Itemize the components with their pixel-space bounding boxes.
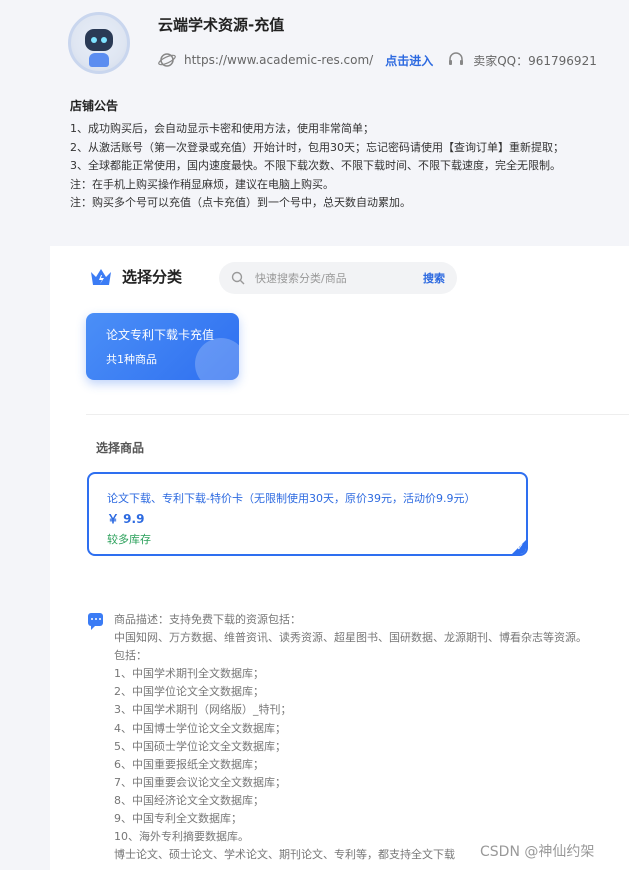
product-stock: 较多库存 xyxy=(107,533,151,546)
order-card: 选择分类 快速搜索分类/商品 搜索 论文专利下载卡充值 共1种商品 选择商品 论… xyxy=(50,246,629,870)
shop-header: 云端学术资源-充值 https://www.academic-res.com/ … xyxy=(0,0,629,240)
notice-line: 2、从激活账号（第一次登录或充值）开始计时，包用30天；忘记密码请使用【查询订单… xyxy=(70,140,564,154)
seller-qq-text: 卖家QQ：961796921 xyxy=(473,53,597,68)
category-title: 选择分类 xyxy=(122,268,183,286)
description-line: 6、中国重要报纸全文数据库； xyxy=(114,757,264,771)
description-line: 包括： xyxy=(114,649,147,663)
products-title: 选择商品 xyxy=(96,441,145,455)
crown-icon xyxy=(91,268,111,285)
check-icon xyxy=(195,338,239,380)
notice-line: 3、全球都能正常使用，国内速度最快。不限下载次数、不限下载时间、不限下载速度，完… xyxy=(70,159,561,173)
divider xyxy=(86,414,629,415)
description-line: 2、中国学位论文全文数据库； xyxy=(114,685,264,699)
product-card[interactable]: 论文下载、专利下载-特价卡（无限制使用30天，原价39元，活动价9.9元） ￥ … xyxy=(87,472,528,556)
chat-icon xyxy=(88,613,103,630)
robot-icon xyxy=(85,29,113,51)
description-line: 商品描述：支持免费下载的资源包括： xyxy=(114,613,301,626)
description-line: 9、中国专利全文数据库； xyxy=(114,812,242,826)
search-button[interactable]: 搜索 xyxy=(423,270,445,286)
category-tile[interactable]: 论文专利下载卡充值 共1种商品 xyxy=(86,313,239,380)
search-icon xyxy=(231,271,245,285)
product-description: 商品描述：支持免费下载的资源包括： 中国知网、万方数据、维普资讯、读秀资源、超星… xyxy=(114,611,587,864)
product-name: 论文下载、专利下载-特价卡（无限制使用30天，原价39元，活动价9.9元） xyxy=(107,492,476,505)
description-line: 中国知网、万方数据、维普资讯、读秀资源、超星图书、国研数据、龙源期刊、博看杂志等… xyxy=(114,631,587,645)
description-line: 5、中国硕士学位论文全文数据库； xyxy=(114,739,286,753)
description-line: 1、中国学术期刊全文数据库； xyxy=(114,667,264,681)
notice-list: 1、成功购买后，会自动显示卡密和使用方法，使用非常简单； 2、从激活账号（第一次… xyxy=(70,120,564,213)
notice-line: 注：在手机上购买操作稍显麻烦，建议在电脑上购买。 xyxy=(70,177,334,191)
search-input[interactable]: 快速搜索分类/商品 xyxy=(255,270,423,286)
product-price: ￥ 9.9 xyxy=(107,512,145,526)
checkmark-icon: ✓ xyxy=(516,543,524,553)
shop-avatar xyxy=(68,12,130,74)
description-line: 4、中国博士学位论文全文数据库； xyxy=(114,721,286,735)
headset-icon xyxy=(449,52,464,65)
watermark: CSDN @神仙约架 xyxy=(480,844,595,860)
notice-title: 店铺公告 xyxy=(70,99,119,113)
search-bar[interactable]: 快速搜索分类/商品 搜索 xyxy=(219,262,457,294)
shop-title: 云端学术资源-充值 xyxy=(158,16,285,34)
notice-line: 注：购买多个号可以充值（点卡充值）到一个号中，总天数自动累加。 xyxy=(70,196,411,210)
description-line: 7、中国重要会议论文全文数据库； xyxy=(114,775,286,789)
category-name: 论文专利下载卡充值 xyxy=(106,328,215,342)
enter-shop-link[interactable]: 点击进入 xyxy=(385,52,433,69)
description-line: 8、中国经济论文全文数据库； xyxy=(114,793,264,807)
planet-icon xyxy=(158,53,176,67)
seller-qq: 卖家QQ：961796921 xyxy=(447,51,597,69)
shop-info: https://www.academic-res.com/ 点击进入 卖家QQ：… xyxy=(158,50,597,70)
category-header: 选择分类 xyxy=(90,266,182,287)
shop-url: https://www.academic-res.com/ xyxy=(184,53,374,67)
description-line: 3、中国学术期刊（网络版）_特刊； xyxy=(114,703,292,717)
notice-line: 1、成功购买后，会自动显示卡密和使用方法，使用非常简单； xyxy=(70,122,374,135)
